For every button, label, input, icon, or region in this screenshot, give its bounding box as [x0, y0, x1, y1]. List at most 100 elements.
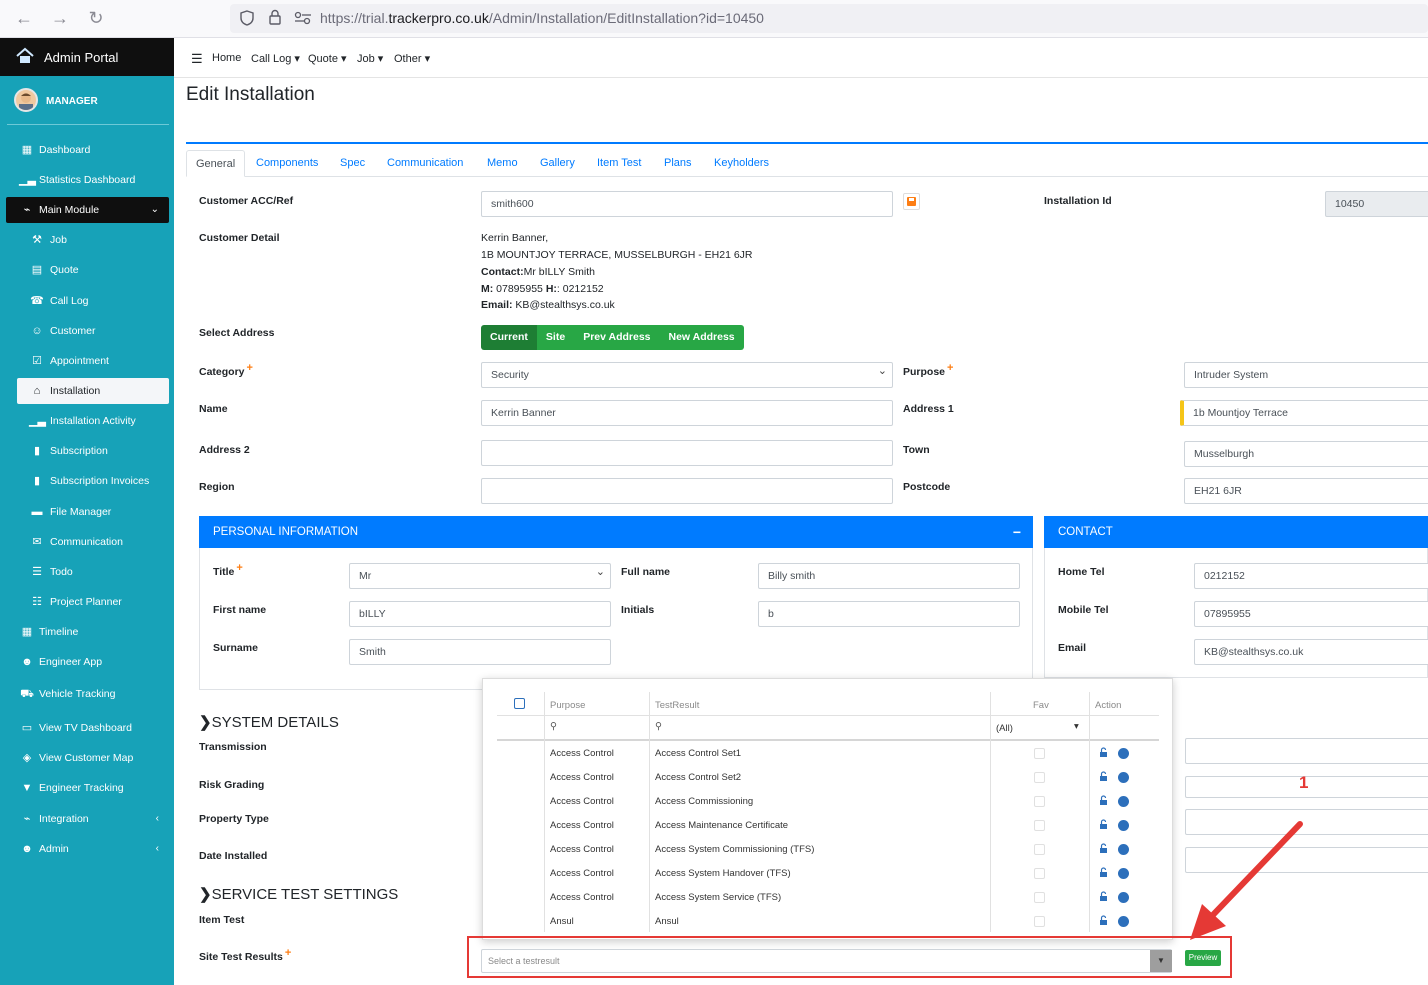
permissions-icon[interactable]: [294, 11, 312, 25]
sidebar-item-communication[interactable]: ✉ Communication: [17, 529, 169, 555]
grid-cell-purpose[interactable]: Access Control: [550, 868, 614, 879]
hometel-input[interactable]: 0212152: [1194, 563, 1428, 589]
category-select[interactable]: Security: [481, 362, 893, 388]
sidebar-item-statistics-dashboard[interactable]: ▁▃ Statistics Dashboard: [6, 167, 169, 193]
hamburger-icon[interactable]: ☰: [191, 51, 203, 67]
town-input[interactable]: Musselburgh: [1184, 441, 1428, 467]
fav-checkbox[interactable]: [1034, 748, 1045, 759]
status-dot-icon[interactable]: [1118, 820, 1129, 831]
user-name[interactable]: MANAGER: [46, 96, 98, 107]
sidebar-item-admin[interactable]: ☻ Admin ‹: [6, 836, 169, 862]
fullname-input[interactable]: Billy smith: [758, 563, 1020, 589]
address-prev-button[interactable]: Prev Address: [574, 325, 660, 350]
lock-icon[interactable]: [1099, 747, 1108, 760]
sidebar-item-subscription-invoices[interactable]: ▮ Subscription Invoices: [17, 468, 169, 494]
grid-cell-purpose[interactable]: Access Control: [550, 796, 614, 807]
sidebar-item-installation-activity[interactable]: ▁▃ Installation Activity: [17, 408, 169, 434]
purpose-input[interactable]: Intruder System: [1184, 362, 1428, 388]
sidebar-item-engineer-tracking[interactable]: ▼ Engineer Tracking: [6, 775, 169, 801]
reload-icon[interactable]: ↻: [84, 7, 108, 29]
tab-spec[interactable]: Spec: [331, 150, 374, 177]
sidebar-item-project-planner[interactable]: ☷ Project Planner: [17, 589, 169, 615]
grid-header-testresult[interactable]: TestResult: [655, 700, 699, 711]
transmission-input[interactable]: [1185, 738, 1428, 764]
status-dot-icon[interactable]: [1118, 844, 1129, 855]
customer-acc-input[interactable]: smith600: [481, 191, 893, 217]
tab-communication[interactable]: Communication: [378, 150, 472, 177]
name-input[interactable]: Kerrin Banner: [481, 400, 893, 426]
personal-info-header[interactable]: PERSONAL INFORMATION −: [199, 516, 1033, 548]
nav-home[interactable]: Home: [212, 52, 241, 64]
initials-input[interactable]: b: [758, 601, 1020, 627]
address-site-button[interactable]: Site: [536, 325, 575, 350]
grid-cell-purpose[interactable]: Access Control: [550, 748, 614, 759]
mobile-input[interactable]: 07895955: [1194, 601, 1428, 627]
lock-icon[interactable]: [1099, 915, 1108, 928]
tab-keyholders[interactable]: Keyholders: [705, 150, 778, 177]
forward-icon[interactable]: →: [48, 7, 72, 29]
lock-icon[interactable]: [1099, 867, 1108, 880]
sidebar-item-quote[interactable]: ▤ Quote: [17, 257, 169, 283]
grid-cell-testresult[interactable]: Ansul: [655, 916, 679, 927]
address-current-button[interactable]: Current: [481, 325, 537, 350]
sidebar-item-view-tv-dashboard[interactable]: ▭ View TV Dashboard: [6, 715, 169, 741]
nav-job[interactable]: Job ▾: [357, 52, 383, 65]
lock-icon[interactable]: [1099, 771, 1108, 784]
status-dot-icon[interactable]: [1118, 796, 1129, 807]
tab-components[interactable]: Components: [247, 150, 327, 177]
sidebar-item-installation[interactable]: ⌂ Installation: [17, 378, 169, 404]
surname-input[interactable]: Smith: [349, 639, 611, 665]
grid-cell-purpose[interactable]: Access Control: [550, 820, 614, 831]
lock-icon[interactable]: [1099, 819, 1108, 832]
firstname-input[interactable]: bILLY: [349, 601, 611, 627]
sidebar-item-dashboard[interactable]: ▦ Dashboard: [6, 137, 169, 163]
fav-checkbox[interactable]: [1034, 772, 1045, 783]
fav-checkbox[interactable]: [1034, 868, 1045, 879]
address-new-button[interactable]: New Address: [659, 325, 744, 350]
fav-checkbox[interactable]: [1034, 796, 1045, 807]
grid-cell-testresult[interactable]: Access Control Set1: [655, 748, 741, 759]
sidebar-item-engineer-app[interactable]: ☻ Engineer App: [6, 649, 169, 675]
lock-icon[interactable]: [1099, 891, 1108, 904]
lock-icon[interactable]: [1099, 843, 1108, 856]
tab-gallery[interactable]: Gallery: [531, 150, 584, 177]
grid-cell-purpose[interactable]: Ansul: [550, 916, 574, 927]
avatar[interactable]: [14, 88, 38, 112]
fav-filter-select[interactable]: (All): [996, 723, 1013, 734]
address2-input[interactable]: [481, 440, 893, 466]
collapse-icon[interactable]: −: [1013, 516, 1021, 548]
fav-checkbox[interactable]: [1034, 916, 1045, 927]
grid-cell-testresult[interactable]: Access Control Set2: [655, 772, 741, 783]
fav-checkbox[interactable]: [1034, 844, 1045, 855]
nav-other[interactable]: Other ▾: [394, 52, 430, 65]
sidebar-item-call-log[interactable]: ☎ Call Log: [17, 288, 169, 314]
service-test-heading[interactable]: ❯SERVICE TEST SETTINGS: [199, 885, 398, 903]
preview-button[interactable]: Preview: [1185, 950, 1221, 966]
grid-header-purpose[interactable]: Purpose: [550, 700, 585, 711]
grid-cell-testresult[interactable]: Access System Commissioning (TFS): [655, 844, 814, 855]
sidebar-item-timeline[interactable]: ▦ Timeline: [6, 619, 169, 645]
sidebar-item-file-manager[interactable]: ▬ File Manager: [17, 499, 169, 525]
tab-plans[interactable]: Plans: [655, 150, 701, 177]
grid-cell-purpose[interactable]: Access Control: [550, 892, 614, 903]
region-input[interactable]: [481, 478, 893, 504]
nav-calllog[interactable]: Call Log ▾: [251, 52, 300, 65]
sidebar-item-customer[interactable]: ☺ Customer: [17, 318, 169, 344]
grid-cell-testresult[interactable]: Access Commissioning: [655, 796, 753, 807]
status-dot-icon[interactable]: [1118, 748, 1129, 759]
status-dot-icon[interactable]: [1118, 892, 1129, 903]
chevron-down-icon[interactable]: ▼: [1150, 950, 1172, 972]
sidebar-item-todo[interactable]: ☰ Todo: [17, 559, 169, 585]
grid-cell-testresult[interactable]: Access System Service (TFS): [655, 892, 781, 903]
select-all-checkbox[interactable]: [514, 698, 525, 709]
address1-input[interactable]: 1b Mountjoy Terrace: [1180, 400, 1428, 426]
nav-quote[interactable]: Quote ▾: [308, 52, 347, 65]
contact-header[interactable]: CONTACT: [1044, 516, 1428, 548]
grid-cell-purpose[interactable]: Access Control: [550, 844, 614, 855]
grid-cell-purpose[interactable]: Access Control: [550, 772, 614, 783]
fav-checkbox[interactable]: [1034, 892, 1045, 903]
sidebar-item-subscription[interactable]: ▮ Subscription: [17, 438, 169, 464]
sidebar-item-vehicle-tracking[interactable]: ⛟ Vehicle Tracking: [6, 681, 169, 707]
testresult-select[interactable]: [481, 949, 1172, 973]
system-details-heading[interactable]: ❯SYSTEM DETAILS: [199, 713, 339, 731]
